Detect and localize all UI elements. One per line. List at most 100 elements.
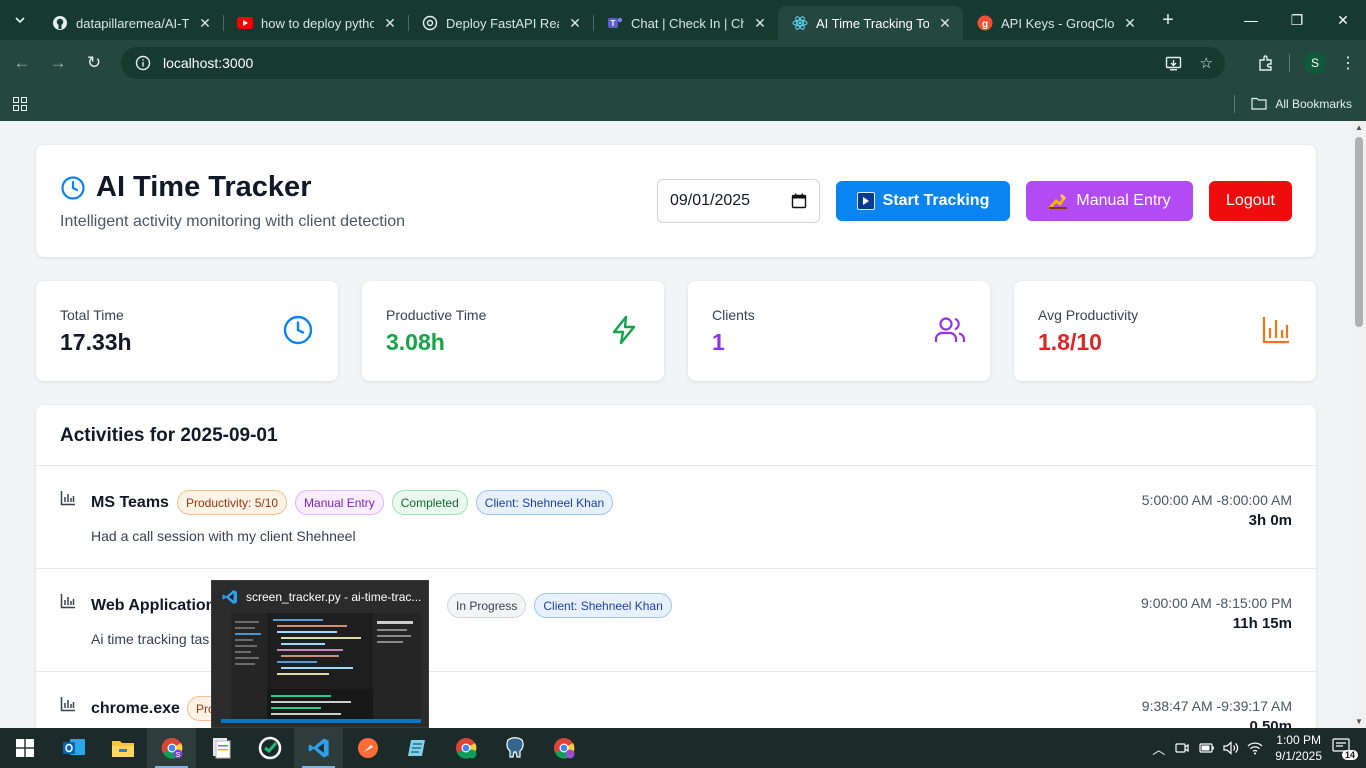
taskbar-postgres[interactable] bbox=[490, 728, 539, 768]
back-button[interactable]: ← bbox=[4, 45, 40, 81]
browser-tab[interactable]: g API Keys - GroqCloud ✕ bbox=[963, 6, 1148, 40]
date-value: 09/01/2025 bbox=[670, 192, 751, 209]
browser-tab[interactable]: datapillaremea/AI-Tim ✕ bbox=[38, 6, 223, 40]
close-icon[interactable]: ✕ bbox=[567, 15, 583, 32]
close-window-button[interactable]: ✕ bbox=[1320, 0, 1366, 40]
taskbar-outlook[interactable] bbox=[49, 728, 98, 768]
tab-title: API Keys - GroqCloud bbox=[1001, 15, 1114, 31]
logout-button[interactable]: Logout bbox=[1209, 181, 1292, 221]
time-tracker-icon bbox=[258, 736, 281, 760]
postman-icon bbox=[357, 738, 378, 758]
manual-entry-button[interactable]: Manual Entry bbox=[1026, 181, 1193, 221]
stat-label: Avg Productivity bbox=[1038, 307, 1139, 323]
speaker-icon[interactable] bbox=[1223, 741, 1239, 755]
stat-value: 1 bbox=[712, 329, 725, 355]
chevron-down-icon bbox=[15, 17, 25, 24]
date-picker[interactable]: 09/01/2025 bbox=[657, 179, 820, 223]
minimize-button[interactable]: ― bbox=[1228, 0, 1274, 40]
scroll-down-arrow[interactable]: ▼ bbox=[1355, 717, 1363, 726]
windows-logo-icon bbox=[15, 739, 34, 757]
scrollbar-thumb[interactable] bbox=[1355, 137, 1363, 327]
all-bookmarks-label: All Bookmarks bbox=[1275, 96, 1352, 111]
stat-value: 17.33h bbox=[60, 329, 132, 355]
reload-button[interactable]: ↻ bbox=[76, 45, 112, 81]
all-bookmarks-button[interactable]: All Bookmarks bbox=[1234, 86, 1352, 121]
taskbar-clock[interactable]: 1:00 PM 9/1/2025 bbox=[1275, 732, 1322, 764]
taskbar-postman[interactable] bbox=[343, 728, 392, 768]
clock-icon bbox=[61, 175, 85, 200]
new-tab-button[interactable]: + bbox=[1154, 9, 1182, 32]
start-button[interactable] bbox=[0, 728, 49, 768]
document-icon bbox=[212, 738, 230, 759]
stat-card-total-time: Total Time 17.33h bbox=[36, 281, 338, 381]
bar-chart-icon bbox=[60, 697, 75, 712]
github-icon bbox=[52, 15, 68, 31]
clock-date: 9/1/2025 bbox=[1275, 749, 1322, 763]
close-icon[interactable]: ✕ bbox=[937, 15, 953, 32]
site-info-icon[interactable] bbox=[135, 55, 151, 71]
chrome-icon: S bbox=[161, 737, 182, 759]
header-card: AI Time Tracker Intelligent activity mon… bbox=[36, 145, 1316, 257]
tab-search-button[interactable] bbox=[6, 6, 34, 34]
stat-card-avg-productivity: Avg Productivity 1.8/10 bbox=[1014, 281, 1316, 381]
chevron-up-icon[interactable]: ︿ bbox=[1152, 739, 1165, 758]
youtube-icon bbox=[237, 15, 253, 31]
extensions-icon[interactable] bbox=[1257, 54, 1275, 72]
svg-text:S: S bbox=[175, 752, 180, 759]
taskbar-chrome[interactable]: S bbox=[147, 728, 196, 768]
lightning-icon bbox=[612, 315, 636, 345]
apps-grid-icon[interactable] bbox=[13, 96, 27, 111]
profile-avatar[interactable]: S bbox=[1304, 52, 1326, 74]
activity-duration: 3h 0m bbox=[1248, 512, 1292, 529]
forward-button[interactable]: → bbox=[40, 45, 76, 81]
activity-time-range: 9:00:00 AM -8:15:00 PM bbox=[1141, 595, 1292, 611]
teams-icon: T bbox=[607, 15, 623, 31]
restore-button[interactable]: ❐ bbox=[1274, 0, 1320, 40]
close-icon[interactable]: ✕ bbox=[382, 15, 398, 32]
taskbar-vscode[interactable] bbox=[294, 728, 343, 768]
activity-name: MS Teams bbox=[91, 494, 169, 511]
client-badge: Client: Shehneel Khan bbox=[475, 490, 614, 515]
calendar-icon[interactable] bbox=[791, 193, 807, 209]
scroll-up-arrow[interactable]: ▲ bbox=[1355, 123, 1363, 132]
menu-kebab-icon[interactable]: ⋮ bbox=[1340, 53, 1356, 73]
close-icon[interactable]: ✕ bbox=[197, 15, 213, 32]
start-tracking-button[interactable]: Start Tracking bbox=[836, 181, 1010, 221]
activities-title: Activities for 2025-09-01 bbox=[60, 425, 278, 446]
battery-icon[interactable] bbox=[1199, 742, 1215, 754]
taskbar-clockify[interactable] bbox=[245, 728, 294, 768]
taskbar-window-preview[interactable]: screen_tracker.py - ai-time-trac... bbox=[211, 580, 429, 728]
chrome-icon bbox=[553, 738, 574, 759]
page-scrollbar[interactable]: ▲ ▼ bbox=[1352, 121, 1366, 728]
wifi-icon[interactable] bbox=[1247, 741, 1263, 755]
close-icon[interactable]: ✕ bbox=[752, 15, 768, 32]
page-title: AI Time Tracker bbox=[60, 171, 311, 204]
activity-name: chrome.exe bbox=[91, 700, 180, 717]
activity-row[interactable]: MS Teams Productivity: 5/10 Manual Entry… bbox=[36, 466, 1316, 569]
page-subtitle: Intelligent activity monitoring with cli… bbox=[60, 213, 406, 230]
install-app-icon[interactable] bbox=[1165, 55, 1182, 72]
page-title-text: AI Time Tracker bbox=[96, 171, 312, 203]
browser-tab[interactable]: Deploy FastAPI React ✕ bbox=[408, 6, 593, 40]
bookmark-star-icon[interactable]: ☆ bbox=[1200, 54, 1213, 72]
bar-chart-icon bbox=[60, 491, 75, 506]
notification-center-button[interactable]: 14 bbox=[1332, 738, 1358, 760]
close-icon[interactable]: ✕ bbox=[1122, 15, 1138, 32]
stat-label: Total Time bbox=[60, 307, 124, 323]
taskbar-file-explorer[interactable] bbox=[98, 728, 147, 768]
notepad-icon bbox=[407, 740, 425, 756]
taskbar-notepad[interactable] bbox=[392, 728, 441, 768]
browser-tab[interactable]: how to deploy pythor ✕ bbox=[223, 6, 408, 40]
bar-chart-icon bbox=[60, 594, 75, 609]
taskbar-chrome-3[interactable] bbox=[539, 728, 588, 768]
browser-toolbar: ← → ↻ localhost:3000 ☆ S ⋮ bbox=[0, 40, 1366, 86]
bar-chart-icon bbox=[1262, 317, 1289, 344]
preview-title-text: screen_tracker.py - ai-time-trac... bbox=[246, 590, 422, 604]
taskbar-chrome-2[interactable] bbox=[441, 728, 490, 768]
camera-icon[interactable] bbox=[1175, 741, 1189, 755]
taskbar-files[interactable] bbox=[196, 728, 245, 768]
address-bar[interactable]: localhost:3000 ☆ bbox=[121, 47, 1225, 79]
windows-taskbar: S ︿ 1:00 PM 9/1/2025 14 bbox=[0, 728, 1366, 768]
browser-tab[interactable]: T Chat | Check In | Che ✕ bbox=[593, 6, 778, 40]
browser-tab-active[interactable]: AI Time Tracking Tool ✕ bbox=[778, 6, 963, 40]
